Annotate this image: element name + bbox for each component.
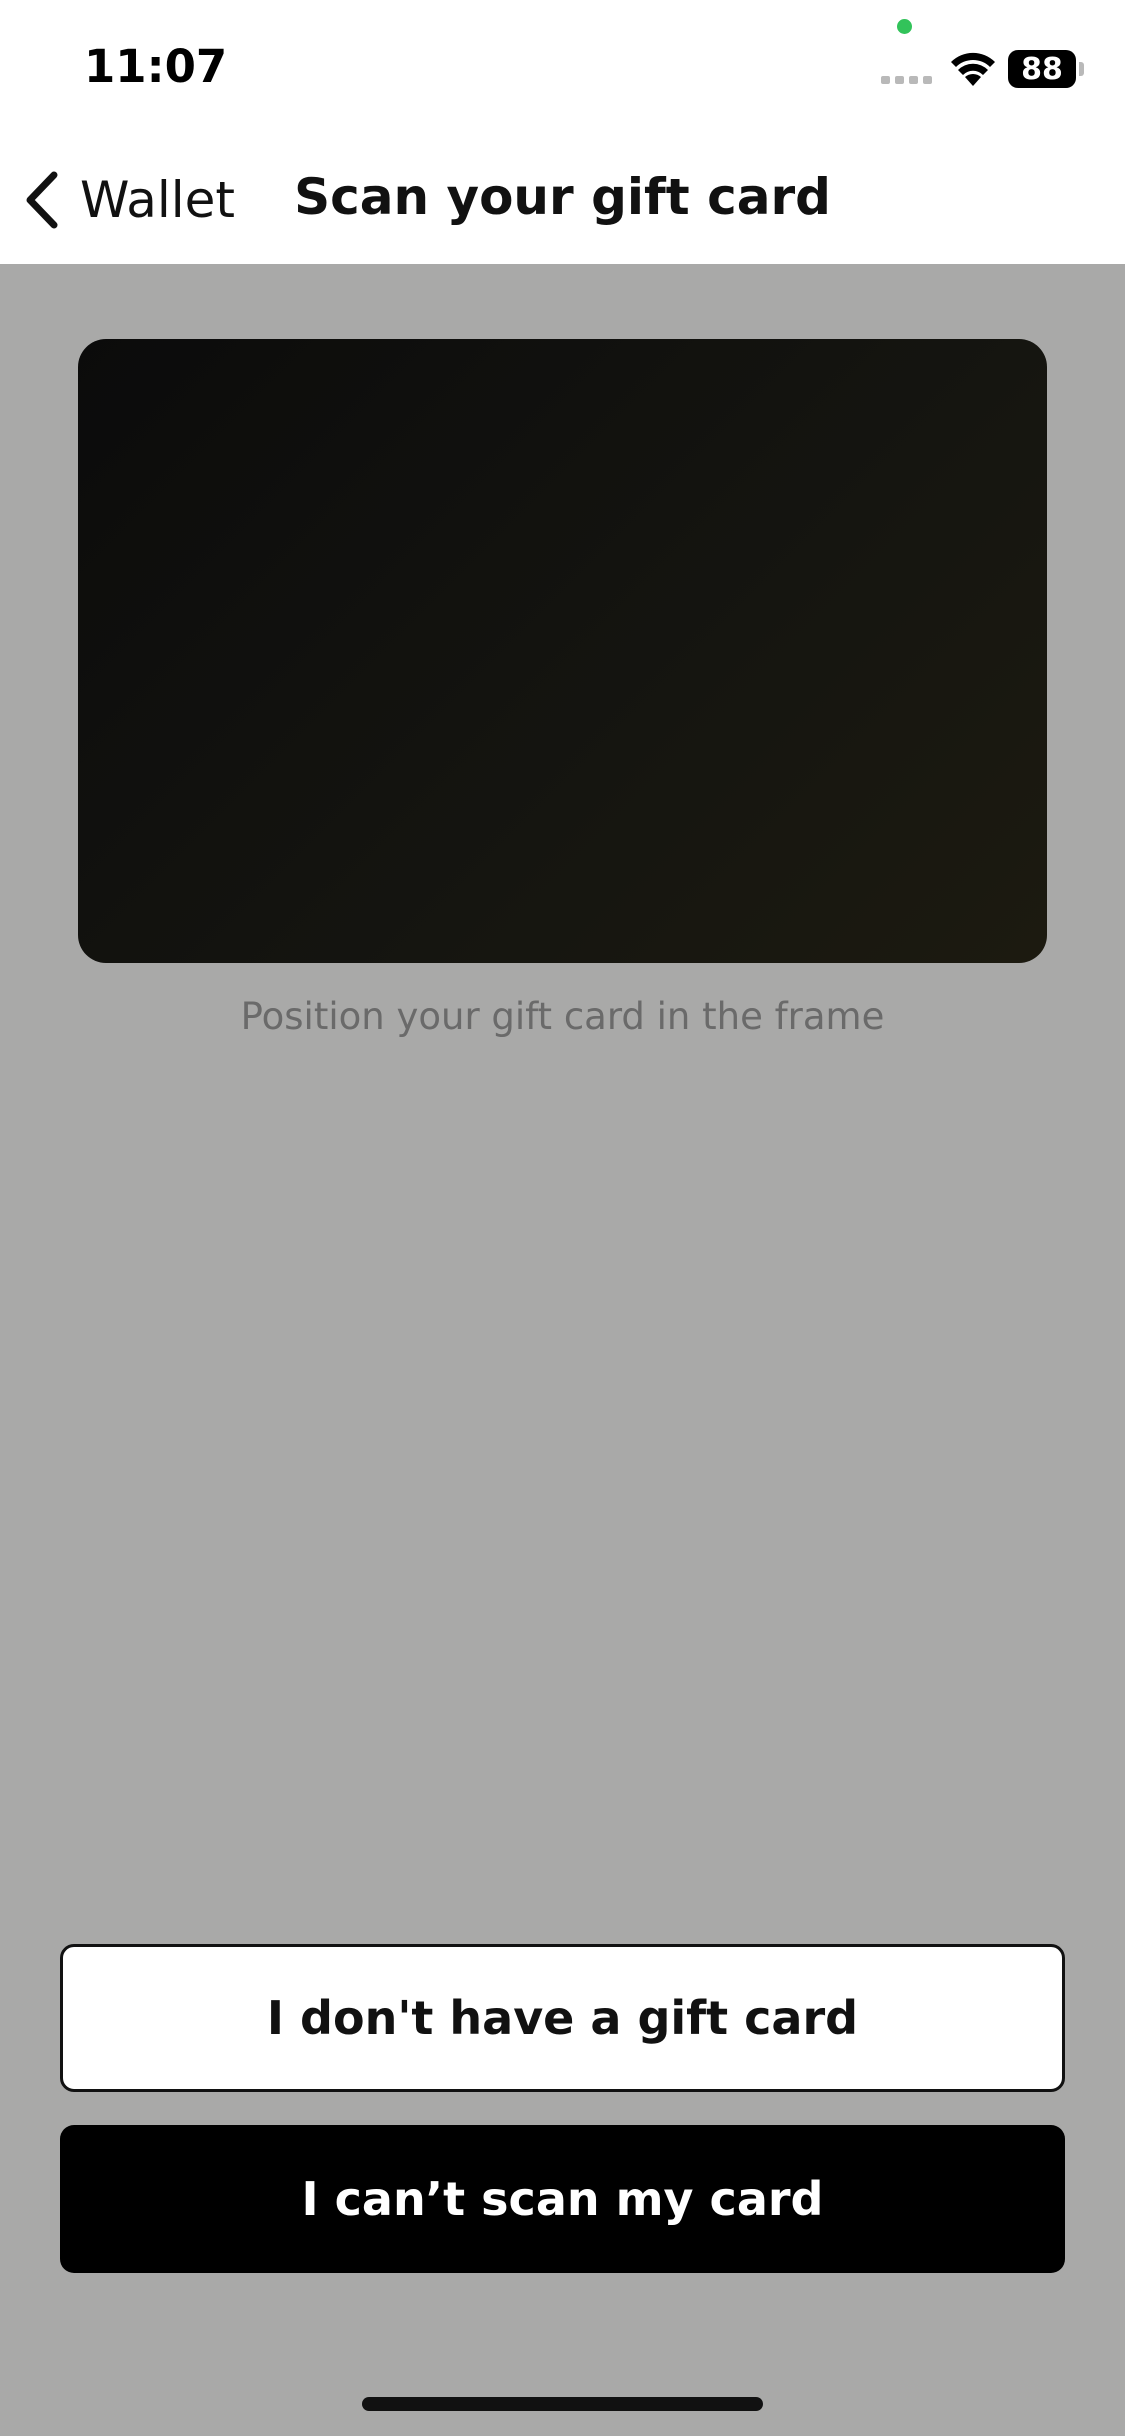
battery-icon: 88 (1008, 50, 1076, 88)
top-bar: 11:07 88 Wallet Scan your gift card (0, 0, 1125, 264)
status-time: 11:07 (84, 40, 228, 93)
battery-tip (1079, 62, 1084, 76)
cellular-signal-icon (881, 76, 932, 84)
battery-level: 88 (1021, 51, 1063, 87)
no-gift-card-button[interactable]: I don't have a gift card (60, 1944, 1065, 2092)
home-indicator[interactable] (362, 2397, 763, 2411)
camera-scan-frame (78, 339, 1047, 963)
wifi-icon (951, 52, 995, 86)
scan-hint-text: Position your gift card in the frame (240, 995, 885, 1038)
cant-scan-card-button[interactable]: I can’t scan my card (60, 2125, 1065, 2273)
page-title: Scan your gift card (294, 168, 831, 226)
camera-in-use-indicator (897, 19, 912, 34)
